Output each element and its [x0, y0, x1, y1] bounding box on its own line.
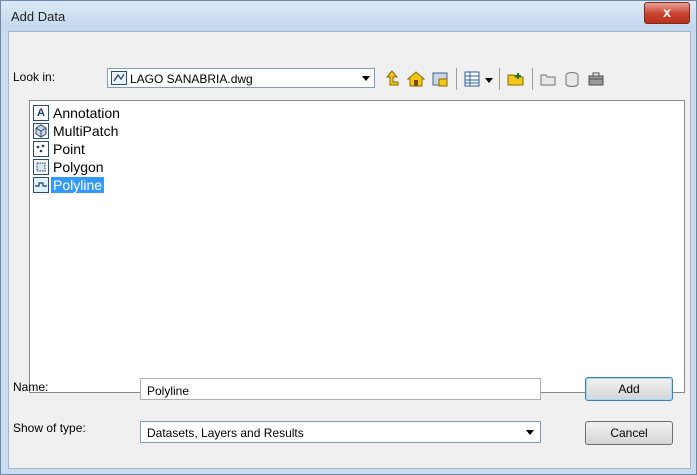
add-data-dialog: Add Data x Look in: LAGO SANABRIA.dwg A … — [0, 0, 697, 475]
list-item-label: Annotation — [53, 105, 120, 121]
name-label: Name: — [13, 380, 49, 394]
toolbar-separator — [456, 68, 457, 90]
chevron-down-icon — [362, 76, 370, 81]
polygon-icon — [33, 159, 49, 175]
dialog-body: Look in: LAGO SANABRIA.dwg A Annotation … — [8, 31, 691, 469]
home-icon[interactable] — [405, 68, 427, 90]
dataset-list[interactable]: A Annotation MultiPatch Point Polygon Polylin… — [29, 100, 685, 393]
catalog-folder-icon[interactable] — [429, 68, 451, 90]
new-folder-icon[interactable] — [537, 68, 559, 90]
name-field-value: Polyline — [147, 384, 190, 398]
list-item-label: Point — [53, 141, 85, 157]
cad-drawing-icon — [111, 71, 127, 85]
chevron-down-icon — [526, 430, 534, 435]
look-in-value: LAGO SANABRIA.dwg — [130, 72, 253, 86]
look-in-label: Look in: — [13, 70, 56, 84]
dialog-title: Add Data — [11, 9, 66, 24]
new-toolbox-icon[interactable] — [585, 68, 607, 90]
look-in-dropdown[interactable]: LAGO SANABRIA.dwg — [107, 68, 375, 88]
toolbar-separator — [499, 68, 500, 90]
title-bar[interactable]: Add Data x — [1, 1, 696, 31]
type-dropdown[interactable]: Datasets, Layers and Results — [140, 421, 541, 443]
point-icon — [33, 141, 49, 157]
dropdown-arrow-icon[interactable] — [483, 68, 495, 90]
name-field[interactable]: Polyline — [140, 378, 541, 400]
list-item-label: Polyline — [51, 177, 105, 193]
list-item-label: MultiPatch — [53, 123, 119, 139]
type-label: Show of type: — [13, 421, 86, 435]
view-list-icon[interactable] — [461, 68, 483, 90]
multipatch-icon — [33, 123, 49, 139]
close-button[interactable]: x — [644, 2, 690, 24]
toolbar-separator — [532, 68, 533, 90]
add-button[interactable]: Add — [585, 377, 673, 401]
annotation-icon: A — [33, 105, 49, 121]
new-geodatabase-icon[interactable] — [561, 68, 583, 90]
type-value: Datasets, Layers and Results — [147, 426, 304, 440]
list-item-label: Polygon — [53, 159, 104, 175]
connect-folder-icon[interactable] — [505, 68, 527, 90]
go-up-icon[interactable] — [381, 68, 403, 90]
cancel-button[interactable]: Cancel — [585, 421, 673, 445]
polyline-icon — [33, 177, 49, 193]
